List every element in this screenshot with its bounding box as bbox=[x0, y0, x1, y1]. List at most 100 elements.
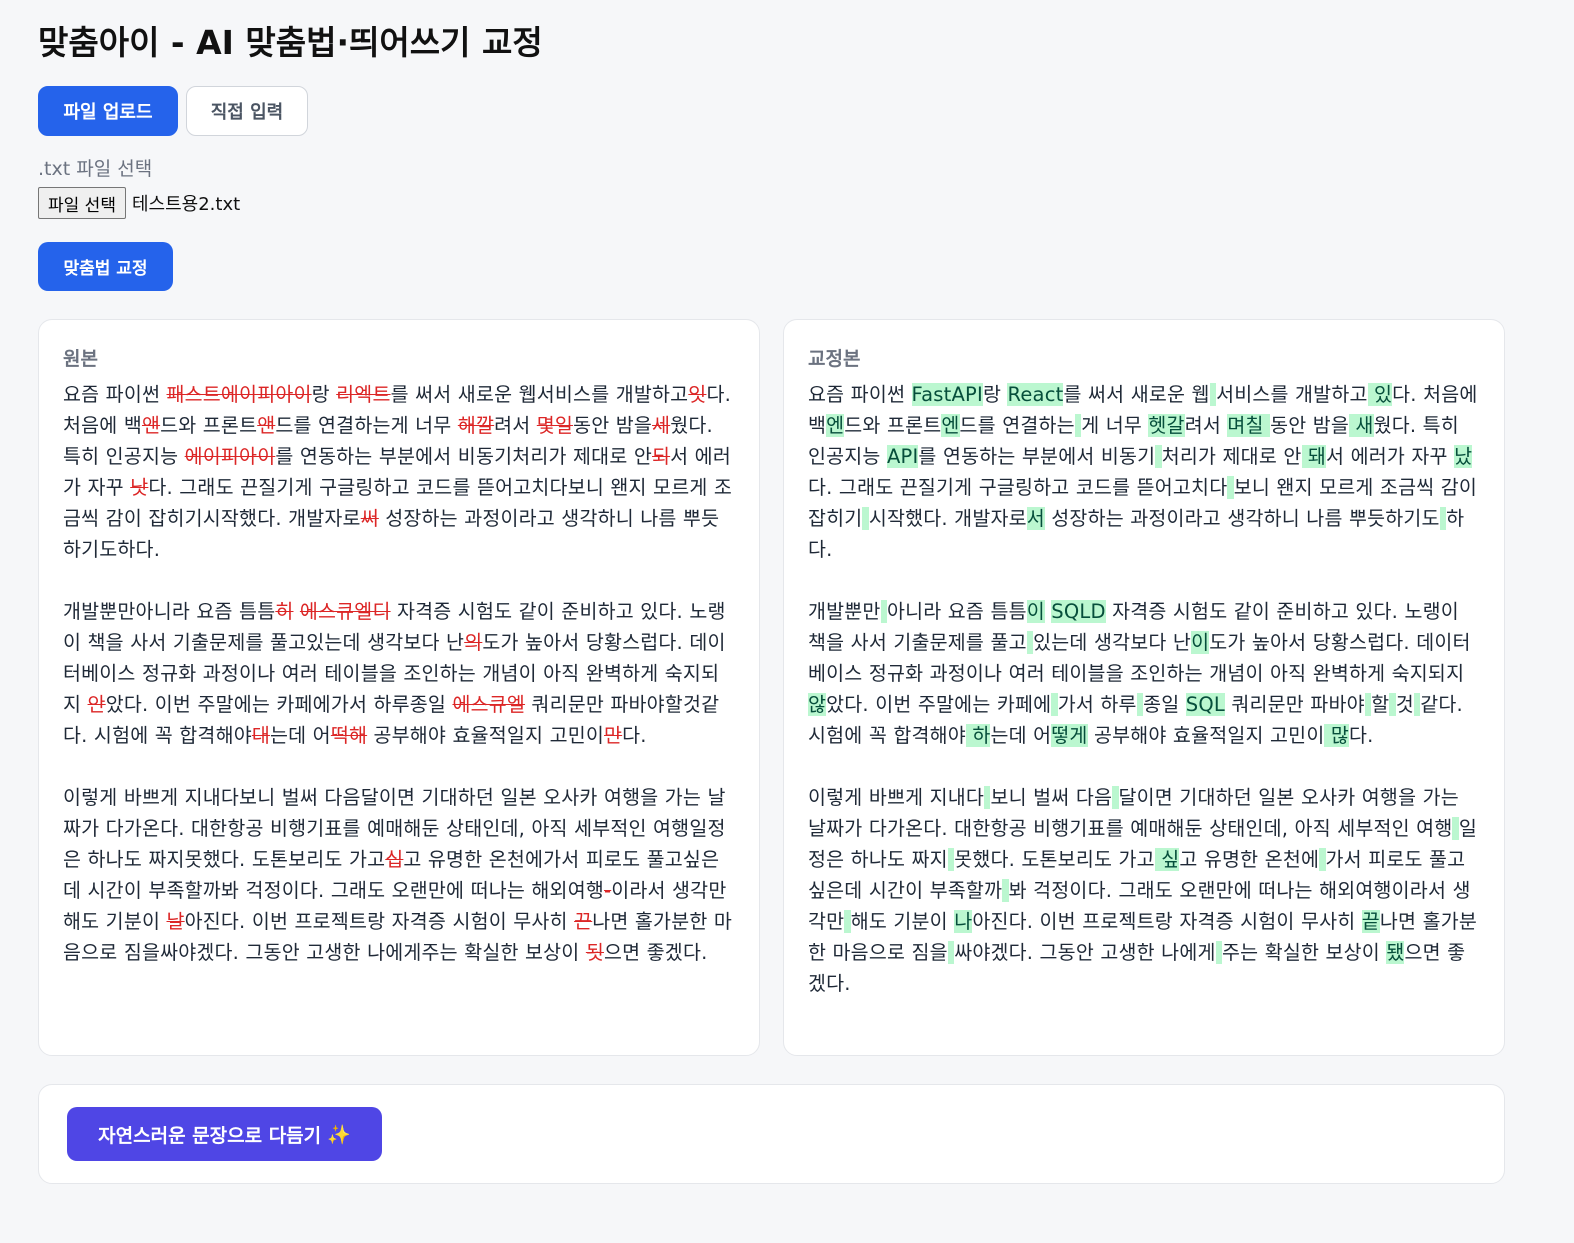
deleted-text: 에이피아이 bbox=[184, 445, 276, 468]
text-segment: 는데 어 bbox=[990, 724, 1052, 747]
text-segment: 싸야겠다. 그동안 고생한 나에게 bbox=[954, 941, 1216, 964]
text-segment: 랑 bbox=[311, 383, 337, 406]
text-segment: 게 너무 bbox=[1081, 414, 1149, 437]
inserted-text: 이 bbox=[1026, 600, 1045, 623]
file-input: 파일 선택 테스트용2.txt bbox=[38, 187, 240, 219]
deleted-text: 앤 bbox=[141, 414, 161, 437]
inserted-text: 엔 bbox=[941, 414, 960, 437]
selected-file-name: 테스트용2.txt bbox=[131, 194, 241, 215]
text-segment: 다. 그래도 끈질기게 구글링하고 코드를 뜯어고치다 bbox=[808, 476, 1228, 499]
text-segment: 요즘 파이썬 bbox=[63, 383, 167, 406]
text-segment: 쿼리문만 파바야 bbox=[1224, 693, 1365, 716]
inserted-text: 끝 bbox=[1361, 910, 1380, 933]
text-segment: 다. bbox=[622, 724, 647, 747]
original-panel-title: 원본 bbox=[63, 348, 98, 370]
deleted-text: 됫 bbox=[585, 941, 604, 964]
text-segment: 동안 밤을 bbox=[1270, 414, 1350, 437]
inserted-text: 헷갈 bbox=[1148, 414, 1185, 437]
deleted-text: 해깔 bbox=[457, 414, 495, 437]
deleted-text: 잇 bbox=[688, 383, 707, 406]
text-segment: 아진다. 이번 프로젝트랑 자격증 시험이 무사히 bbox=[184, 910, 575, 933]
inserted-text: 많 bbox=[1324, 724, 1350, 747]
inserted-text: 있 bbox=[1367, 383, 1393, 406]
text-segment: 공부해야 효율적일지 고민이 bbox=[1087, 724, 1325, 747]
paragraph: 개발뿐만아니라 요즘 틈틈히 에스큐엘디 자격증 시험도 같이 준비하고 있다.… bbox=[63, 596, 735, 751]
deleted-text: 에스큐엘 bbox=[452, 693, 526, 716]
corrected-panel: 교정본 요즘 파이썬 FastAPI랑 React를 써서 새로운 웹 서비스를… bbox=[783, 319, 1505, 1056]
polish-button-label: 자연스러운 문장으로 다듬기 bbox=[98, 1124, 322, 1147]
inserted-text: SQLD bbox=[1051, 600, 1106, 623]
paragraph: 개발뿐만 아니라 요즘 틈틈이 SQLD 자격증 시험도 같이 준비하고 있다.… bbox=[808, 596, 1480, 751]
text-segment: 를 연동하는 부분에서 비동기처리가 제대로 안 bbox=[275, 445, 652, 468]
text-segment: 가서 피로도 풀고 bbox=[1325, 848, 1466, 871]
deleted-text: 낫 bbox=[130, 476, 149, 499]
text-segment: 요즘 파이썬 bbox=[808, 383, 912, 406]
original-text: 요즘 파이썬 패스트에이피아이랑 리엑트를 써서 새로운 웹서비스를 개발하고잇… bbox=[63, 379, 735, 968]
page-title: 맞춤아이 - AI 맞춤법·띄어쓰기 교정 bbox=[38, 23, 543, 62]
text-segment: 개발뿐만아니라 요즘 틈틈 bbox=[63, 600, 276, 623]
paragraph: 이렇게 바쁘게 지내다 보니 벌써 다음 달이면 기대하던 일본 오사카 여행을… bbox=[808, 782, 1480, 999]
inserted-text: 하 bbox=[965, 724, 991, 747]
text-segment: 아니라 요즘 틈틈 bbox=[886, 600, 1027, 623]
paragraph: 이렇게 바쁘게 지내다보니 벌써 다음달이면 기대하던 일본 오사카 여행을 가… bbox=[63, 782, 735, 968]
inserted-text: 서 bbox=[1026, 507, 1045, 530]
text-segment: 는데 어 bbox=[270, 724, 331, 747]
deleted-text: 몇일 bbox=[536, 414, 574, 437]
inserted-text: 며칠 bbox=[1227, 414, 1271, 437]
file-choose-button[interactable]: 파일 선택 bbox=[38, 187, 126, 219]
text-segment: 았다. 이번 주말에는 카페에가서 하루종일 bbox=[105, 693, 453, 716]
sparkles-icon: ✨ bbox=[327, 1123, 351, 1146]
text-segment: 공부해야 효율적일지 고민이 bbox=[367, 724, 604, 747]
inserted-text: 됐 bbox=[1386, 941, 1405, 964]
text-segment: 드를 연결하는게 너무 bbox=[275, 414, 458, 437]
text-segment: 성장하는 과정이라고 생각하니 나름 뿌듯하기도 bbox=[1044, 507, 1440, 530]
inserted-text: 돼 bbox=[1301, 445, 1327, 468]
polish-section: 자연스러운 문장으로 다듬기 ✨ bbox=[38, 1084, 1505, 1184]
text-segment: 랑 bbox=[982, 383, 1008, 406]
deleted-text: 떡해 bbox=[330, 724, 368, 747]
paragraph: 요즘 파이썬 패스트에이피아이랑 리엑트를 써서 새로운 웹서비스를 개발하고잇… bbox=[63, 379, 735, 565]
inserted-text: 새 bbox=[1349, 414, 1374, 437]
deleted-text: 끈 bbox=[574, 910, 593, 933]
inserted-text: 싶 bbox=[1154, 848, 1180, 871]
deleted-text: 히 bbox=[275, 600, 294, 623]
paragraph: 요즘 파이썬 FastAPI랑 React를 써서 새로운 웹 서비스를 개발하… bbox=[808, 379, 1480, 565]
text-segment: 았다. 이번 주말에는 카페에 bbox=[826, 693, 1052, 716]
text-segment: 서 에러가 자꾸 bbox=[1326, 445, 1455, 468]
inserted-text: API bbox=[886, 445, 919, 468]
tab-file-upload[interactable]: 파일 업로드 bbox=[38, 86, 178, 136]
text-segment: 이렇게 바쁘게 지내다 bbox=[808, 786, 985, 809]
deleted-text: 십 bbox=[385, 848, 404, 871]
text-segment: 아진다. 이번 프로젝트랑 자격증 시험이 무사히 bbox=[972, 910, 1362, 933]
inserted-text: FastAPI bbox=[911, 383, 983, 406]
text-segment: 려서 bbox=[494, 414, 537, 437]
text-segment: 개발뿐만 bbox=[808, 600, 881, 623]
inserted-text: 나 bbox=[954, 910, 973, 933]
text-segment: 못했다. 도톤보리도 가고 bbox=[954, 848, 1155, 871]
text-segment: 드와 프론트 bbox=[844, 414, 942, 437]
text-segment: 싶은데 시간이 부족할까 bbox=[808, 879, 1003, 902]
text-segment: 으면 좋겠다. bbox=[603, 941, 708, 964]
tab-direct-input[interactable]: 직접 입력 bbox=[186, 86, 308, 136]
inserted-text: 않 bbox=[808, 693, 827, 716]
inserted-text: React bbox=[1007, 383, 1064, 406]
text-segment: 처리가 제대로 안 bbox=[1161, 445, 1302, 468]
deleted-text: 패스트에이피아이 bbox=[166, 383, 312, 406]
corrected-text: 요즘 파이썬 FastAPI랑 React를 써서 새로운 웹 서비스를 개발하… bbox=[808, 379, 1480, 999]
text-segment: 서비스를 개발하고 bbox=[1216, 383, 1368, 406]
text-segment: 종일 bbox=[1143, 693, 1186, 716]
input-mode-tabs: 파일 업로드 직접 입력 bbox=[38, 86, 308, 136]
spell-check-button[interactable]: 맞춤법 교정 bbox=[38, 242, 173, 291]
text-segment: 시작했다. 개발자로 bbox=[868, 507, 1027, 530]
polish-sentence-button[interactable]: 자연스러운 문장으로 다듬기 ✨ bbox=[67, 1107, 382, 1161]
file-select-label: .txt 파일 선택 bbox=[38, 158, 153, 180]
text-segment: 가서 하루 bbox=[1057, 693, 1137, 716]
corrected-panel-title: 교정본 bbox=[808, 348, 861, 370]
original-panel: 원본 요즘 파이썬 패스트에이피아이랑 리엑트를 써서 새로운 웹서비스를 개발… bbox=[38, 319, 760, 1056]
deleted-text: 의 bbox=[464, 631, 483, 654]
text-segment: 를 연동하는 부분에서 비동기 bbox=[918, 445, 1156, 468]
text-segment: 주는 확실한 보상이 bbox=[1222, 941, 1387, 964]
inserted-text: 엔 bbox=[826, 414, 845, 437]
deleted-text: 리엑트 bbox=[336, 383, 391, 406]
text-segment: 해도 기분이 bbox=[850, 910, 955, 933]
